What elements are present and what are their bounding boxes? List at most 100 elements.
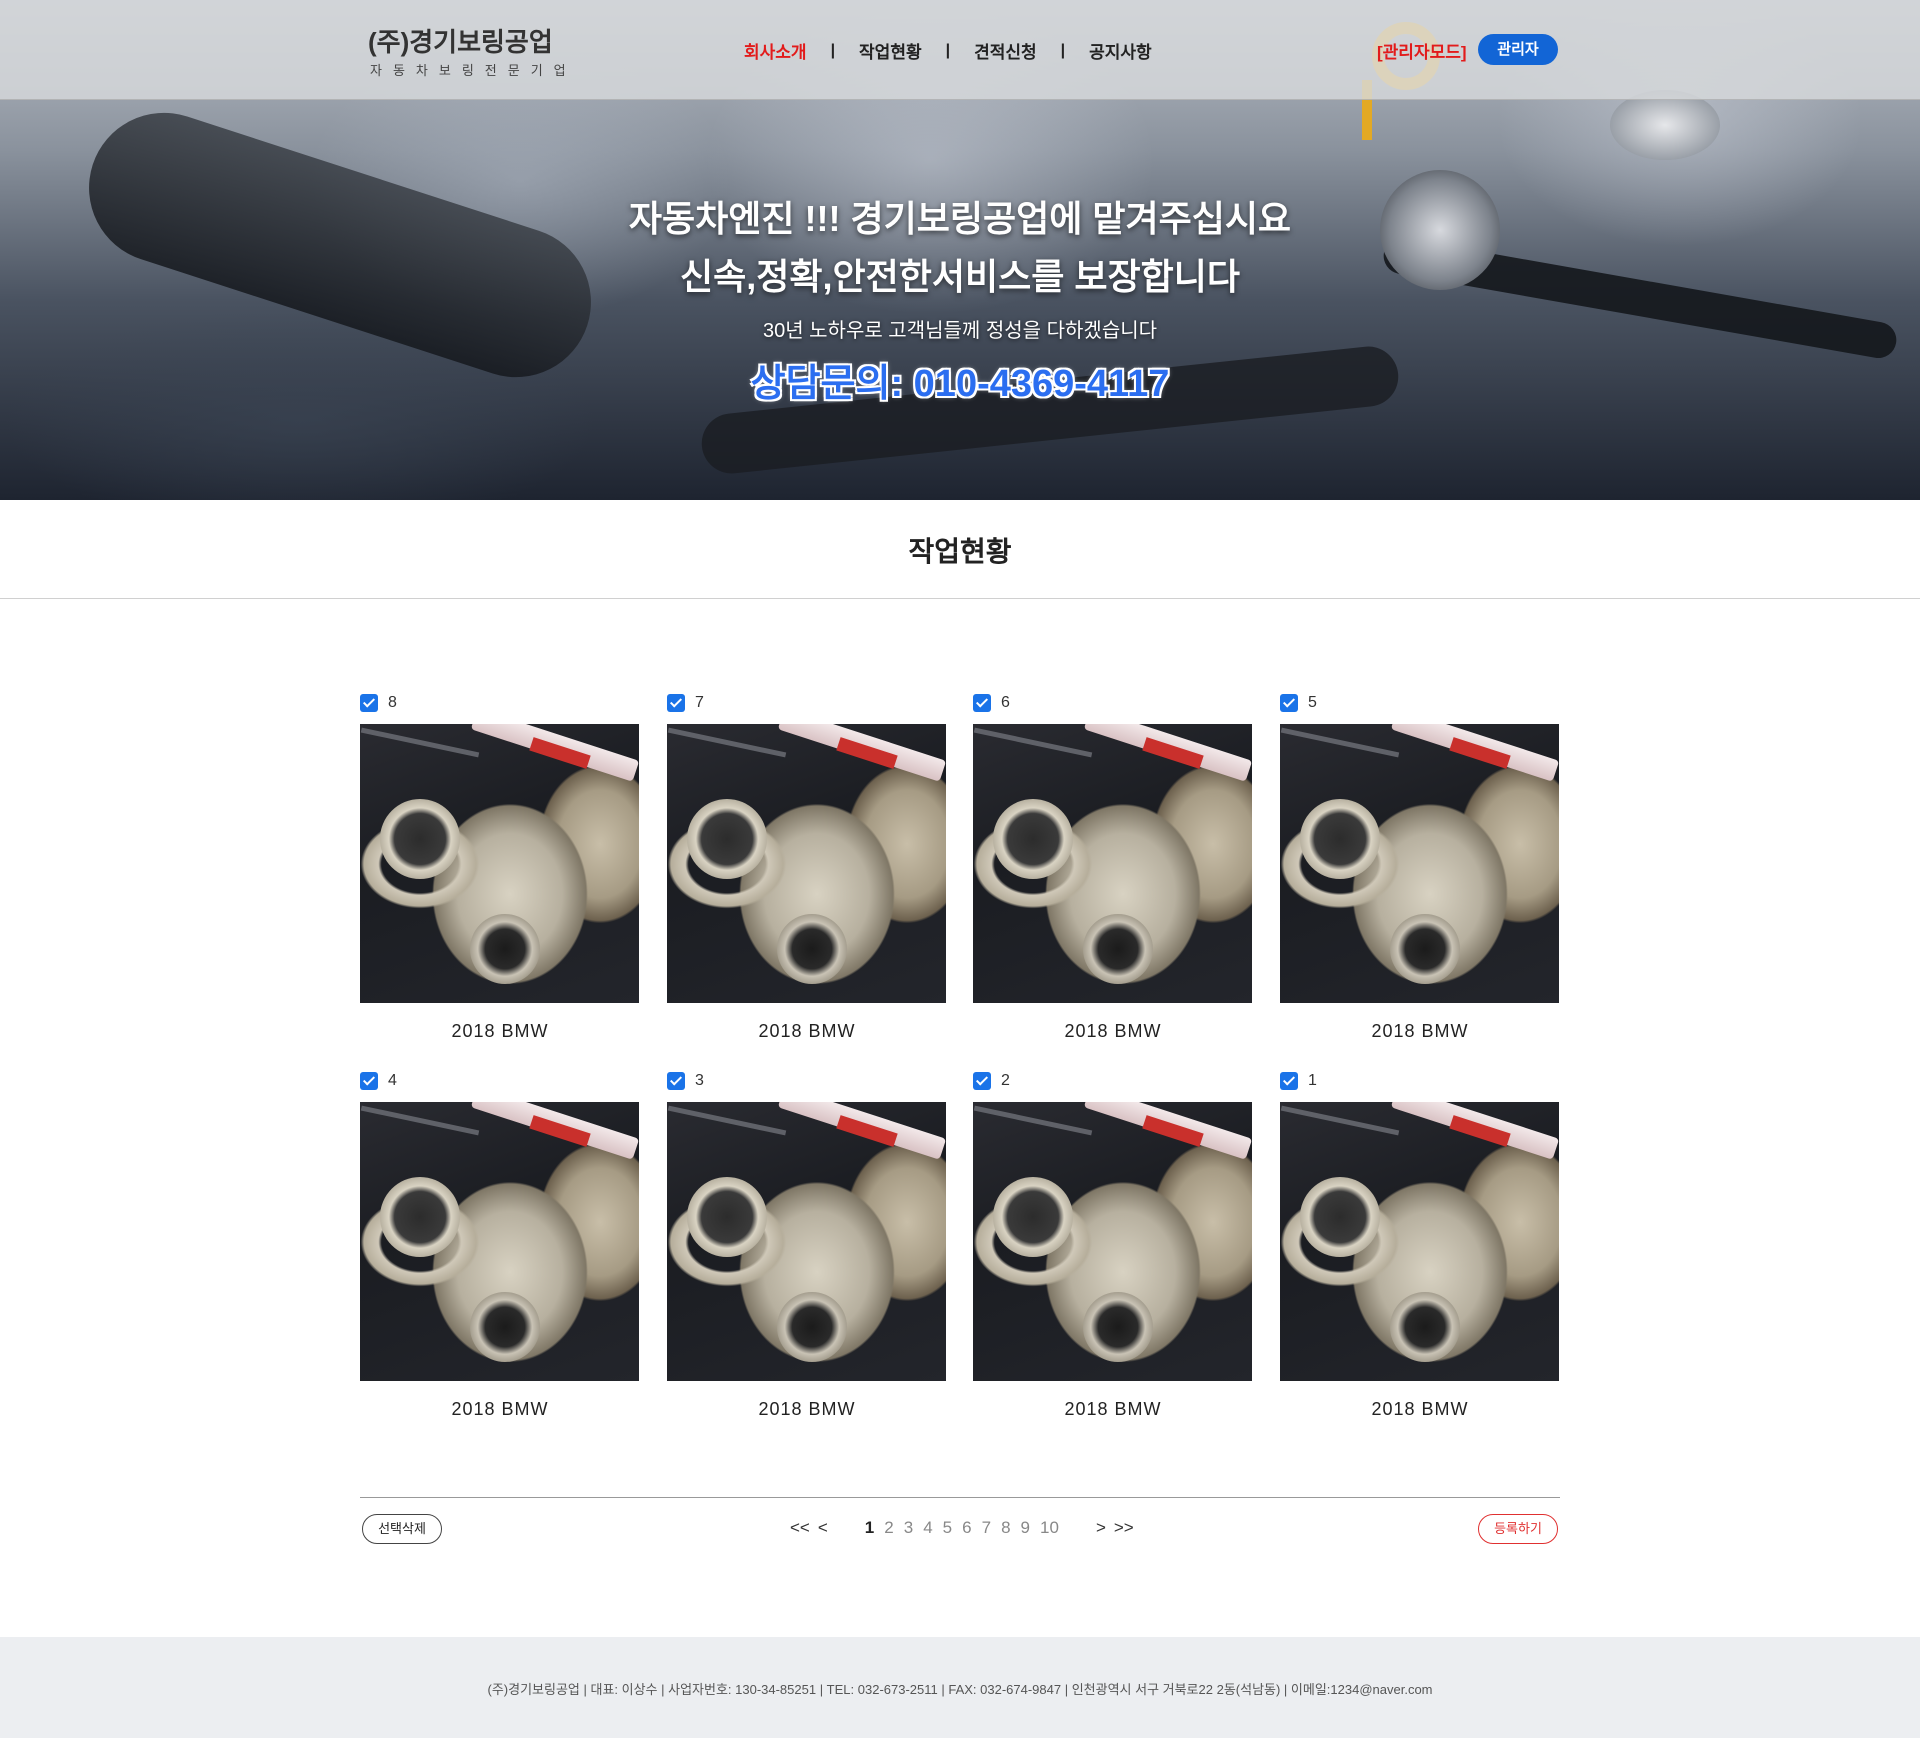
pagination-next[interactable]: > — [1096, 1518, 1106, 1538]
pagination-page[interactable]: 8 — [1001, 1518, 1010, 1538]
pagination-page[interactable]: 6 — [962, 1518, 971, 1538]
thumb-turbo-outlet — [777, 1292, 847, 1362]
card-number: 3 — [695, 1072, 704, 1089]
nav-item-estimate[interactable]: 견적신청 — [950, 38, 1061, 63]
card-caption[interactable]: 2018 BMW — [973, 1399, 1253, 1420]
pagination-page[interactable]: 7 — [982, 1518, 991, 1538]
card-number: 2 — [1001, 1072, 1010, 1089]
thumb-turbo-outlet — [1390, 1292, 1460, 1362]
thumb-turbo-inlet — [1300, 799, 1380, 879]
thumb-turbo-inlet — [380, 1177, 460, 1257]
card-checkbox[interactable] — [1280, 1072, 1298, 1090]
thumb-turbo-outlet — [1083, 914, 1153, 984]
footer-company-info: (주)경기보링공업 | 대표: 이상수 | 사업자번호: 130-34-8525… — [487, 1682, 1433, 1697]
delete-selected-button[interactable]: 선택삭제 — [362, 1514, 442, 1544]
admin-mode-label: [관리자모드] — [1377, 43, 1467, 62]
gallery-card[interactable]: 6 2018 BMW — [973, 692, 1253, 1042]
thumb-turbo-outlet — [470, 914, 540, 984]
thumb-turbo-inlet — [1300, 1177, 1380, 1257]
gallery-card[interactable]: 5 2018 BMW — [1280, 692, 1560, 1042]
card-checkbox[interactable] — [973, 1072, 991, 1090]
card-checkbox[interactable] — [973, 694, 991, 712]
thumb-wire — [667, 727, 787, 758]
top-navigation-bar: (주)경기보링공업 자동차보링전문기업 회사소개 | 작업현황 | 견적신청 |… — [0, 0, 1920, 100]
register-button[interactable]: 등록하기 — [1478, 1514, 1558, 1544]
page-title: 작업현황 — [908, 536, 1012, 567]
pagination-page[interactable]: 4 — [923, 1518, 932, 1538]
thumb-wire — [973, 1105, 1093, 1136]
gallery-card[interactable]: 4 2018 BMW — [360, 1070, 640, 1420]
pagination-page[interactable]: 10 — [1040, 1518, 1059, 1538]
card-thumbnail[interactable] — [973, 724, 1252, 1003]
gallery-card[interactable]: 1 2018 BMW — [1280, 1070, 1560, 1420]
main-nav: 회사소개 | 작업현황 | 견적신청 | 공지사항 — [720, 38, 1176, 63]
gallery-card[interactable]: 3 2018 BMW — [667, 1070, 947, 1420]
card-thumbnail[interactable] — [1280, 1102, 1559, 1381]
hero-phone-contact: 상담문의: 010-4369-4117 — [750, 363, 1170, 405]
thumb-wire — [973, 727, 1093, 758]
card-checkbox[interactable] — [360, 694, 378, 712]
pagination-last[interactable]: >> — [1114, 1518, 1134, 1538]
card-number: 1 — [1308, 1072, 1317, 1089]
pagination-page[interactable]: 5 — [943, 1518, 952, 1538]
card-checkbox[interactable] — [360, 1072, 378, 1090]
card-checkbox[interactable] — [667, 1072, 685, 1090]
thumb-turbo-inlet — [993, 1177, 1073, 1257]
thumb-wire — [360, 727, 480, 758]
thumb-wire — [667, 1105, 787, 1136]
hero-banner: (주)경기보링공업 자동차보링전문기업 회사소개 | 작업현황 | 견적신청 |… — [0, 0, 1920, 500]
card-caption[interactable]: 2018 BMW — [1280, 1399, 1560, 1420]
section-divider — [0, 598, 1920, 599]
admin-button[interactable]: 관리자 — [1478, 34, 1558, 65]
hero-reservoir-cap — [1610, 90, 1720, 160]
pagination-page[interactable]: 2 — [884, 1518, 893, 1538]
nav-item-company[interactable]: 회사소개 — [720, 38, 831, 63]
card-caption[interactable]: 2018 BMW — [360, 1399, 640, 1420]
hero-headline: 자동차엔진 !!! 경기보링공업에 맡겨주십시요 — [628, 198, 1292, 239]
thumb-turbo-outlet — [470, 1292, 540, 1362]
card-caption[interactable]: 2018 BMW — [973, 1021, 1253, 1042]
card-number: 7 — [695, 694, 704, 711]
hero-subheadline: 신속,정확,안전한서비스를 보장합니다 — [680, 256, 1240, 297]
card-thumbnail[interactable] — [360, 1102, 639, 1381]
card-caption[interactable]: 2018 BMW — [667, 1021, 947, 1042]
pagination-page-current[interactable]: 1 — [865, 1518, 874, 1538]
pagination-page[interactable]: 9 — [1021, 1518, 1030, 1538]
pagination-first[interactable]: << — [790, 1518, 810, 1538]
card-thumbnail[interactable] — [667, 1102, 946, 1381]
card-thumbnail[interactable] — [973, 1102, 1252, 1381]
list-divider — [360, 1497, 1560, 1498]
pagination-prev[interactable]: < — [818, 1518, 828, 1538]
nav-item-work-status[interactable]: 작업현황 — [835, 38, 946, 63]
card-checkbox[interactable] — [1280, 694, 1298, 712]
gallery-card[interactable]: 2 2018 BMW — [973, 1070, 1253, 1420]
card-caption[interactable]: 2018 BMW — [667, 1399, 947, 1420]
thumb-turbo-inlet — [380, 799, 460, 879]
thumb-turbo-inlet — [687, 799, 767, 879]
footer: (주)경기보링공업 | 대표: 이상수 | 사업자번호: 130-34-8525… — [0, 1637, 1920, 1738]
card-checkbox[interactable] — [667, 694, 685, 712]
hero-tagline: 30년 노하우로 고객님들께 정성을 다하겠습니다 — [762, 320, 1158, 342]
gallery-card[interactable]: 8 2018 BMW — [360, 692, 640, 1042]
thumb-wire — [1280, 1105, 1400, 1136]
thumb-turbo-outlet — [1390, 914, 1460, 984]
thumb-turbo-outlet — [777, 914, 847, 984]
card-thumbnail[interactable] — [667, 724, 946, 1003]
thumb-turbo-inlet — [687, 1177, 767, 1257]
card-thumbnail[interactable] — [1280, 724, 1559, 1003]
thumb-turbo-inlet — [993, 799, 1073, 879]
pagination-page[interactable]: 3 — [904, 1518, 913, 1538]
logo-title[interactable]: (주)경기보링공업 — [368, 22, 553, 59]
thumb-wire — [1280, 727, 1400, 758]
card-thumbnail[interactable] — [360, 724, 639, 1003]
card-caption[interactable]: 2018 BMW — [1280, 1021, 1560, 1042]
card-number: 6 — [1001, 694, 1010, 711]
card-number: 8 — [388, 694, 397, 711]
logo-subtitle: 자동차보링전문기업 — [370, 63, 577, 78]
gallery-card[interactable]: 7 2018 BMW — [667, 692, 947, 1042]
thumb-turbo-outlet — [1083, 1292, 1153, 1362]
card-number: 5 — [1308, 694, 1317, 711]
pagination: << < 1 2 3 4 5 6 7 8 9 10 > >> — [786, 1518, 1138, 1538]
card-caption[interactable]: 2018 BMW — [360, 1021, 640, 1042]
nav-item-notice[interactable]: 공지사항 — [1065, 38, 1176, 63]
